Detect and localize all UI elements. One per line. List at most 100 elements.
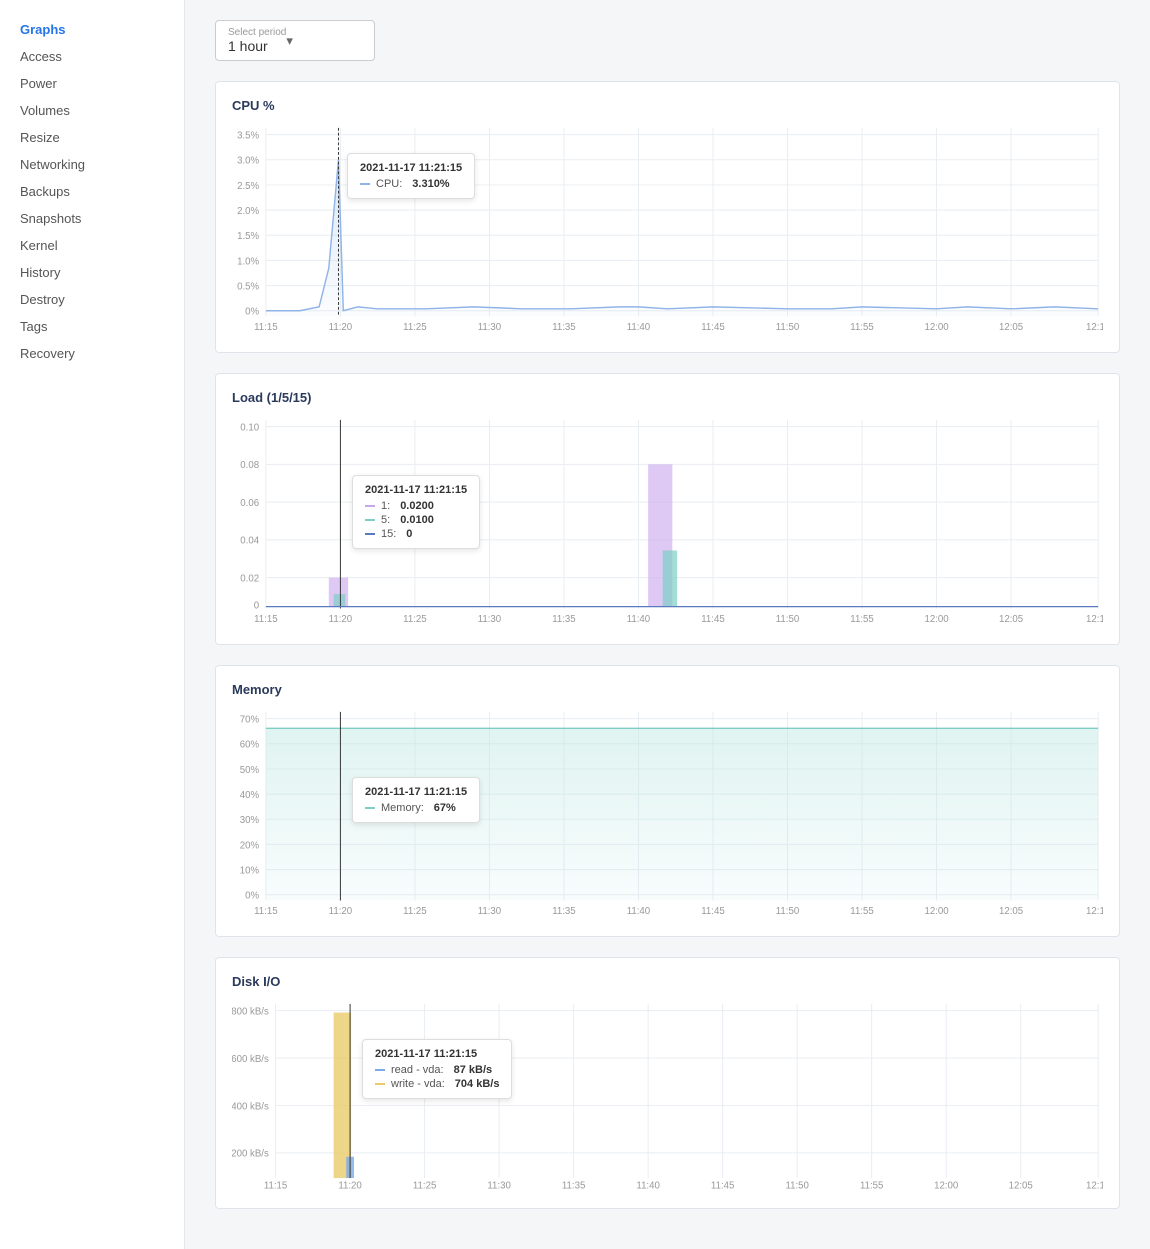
svg-text:10%: 10% xyxy=(240,865,260,876)
svg-text:11:30: 11:30 xyxy=(478,906,501,917)
svg-text:11:45: 11:45 xyxy=(701,614,724,625)
svg-text:11:30: 11:30 xyxy=(478,614,501,625)
svg-text:11:20: 11:20 xyxy=(329,322,352,333)
svg-text:11:15: 11:15 xyxy=(264,1180,287,1191)
svg-text:11:40: 11:40 xyxy=(627,322,650,333)
svg-text:11:30: 11:30 xyxy=(478,322,501,333)
svg-text:800 kB/s: 800 kB/s xyxy=(232,1006,269,1017)
period-value: 1 hour xyxy=(228,38,268,54)
svg-text:12:10: 12:10 xyxy=(1086,1180,1103,1191)
load-chart-card: Load (1/5/15) 0.10 0.08 0.06 0.04 0.02 0 xyxy=(215,373,1120,645)
svg-text:11:25: 11:25 xyxy=(413,1180,436,1191)
svg-text:11:40: 11:40 xyxy=(627,906,650,917)
svg-text:12:05: 12:05 xyxy=(999,322,1023,333)
svg-text:40%: 40% xyxy=(240,790,260,801)
svg-text:60%: 60% xyxy=(240,739,260,750)
sidebar-item-backups[interactable]: Backups xyxy=(0,178,184,205)
svg-text:11:45: 11:45 xyxy=(701,906,724,917)
svg-text:11:50: 11:50 xyxy=(776,906,799,917)
svg-text:11:15: 11:15 xyxy=(254,614,277,625)
svg-text:12:05: 12:05 xyxy=(1009,1180,1033,1191)
svg-text:30%: 30% xyxy=(240,815,260,826)
svg-text:12:05: 12:05 xyxy=(999,614,1023,625)
sidebar-item-tags[interactable]: Tags xyxy=(0,313,184,340)
svg-text:11:25: 11:25 xyxy=(403,906,426,917)
svg-text:11:45: 11:45 xyxy=(711,1180,734,1191)
svg-text:600 kB/s: 600 kB/s xyxy=(232,1054,269,1065)
svg-text:11:55: 11:55 xyxy=(860,1180,883,1191)
svg-text:0%: 0% xyxy=(245,307,259,318)
sidebar-item-graphs[interactable]: Graphs xyxy=(0,16,184,43)
period-label: Select period xyxy=(228,27,286,38)
svg-text:0%: 0% xyxy=(245,890,259,901)
svg-text:12:00: 12:00 xyxy=(934,1180,958,1191)
svg-text:11:15: 11:15 xyxy=(254,322,277,333)
svg-text:11:55: 11:55 xyxy=(850,614,873,625)
svg-text:11:55: 11:55 xyxy=(850,322,873,333)
svg-text:11:15: 11:15 xyxy=(254,906,277,917)
svg-text:0.5%: 0.5% xyxy=(237,281,259,292)
svg-text:200 kB/s: 200 kB/s xyxy=(232,1148,269,1159)
sidebar-item-resize[interactable]: Resize xyxy=(0,124,184,151)
svg-text:11:50: 11:50 xyxy=(776,322,799,333)
svg-text:11:45: 11:45 xyxy=(701,322,724,333)
cpu-chart-svg: 3.5% 3.0% 2.5% 2.0% 1.5% 1.0% 0.5% 0% xyxy=(232,123,1103,336)
svg-text:0: 0 xyxy=(254,600,259,611)
memory-chart-svg: 70% 60% 50% 40% 30% 20% 10% 0% xyxy=(232,707,1103,920)
sidebar-item-volumes[interactable]: Volumes xyxy=(0,97,184,124)
sidebar: GraphsAccessPowerVolumesResizeNetworking… xyxy=(0,0,185,1249)
disk-chart-area: 800 kB/s 600 kB/s 400 kB/s 200 kB/s xyxy=(232,999,1103,1193)
svg-text:11:40: 11:40 xyxy=(627,614,650,625)
svg-text:12:05: 12:05 xyxy=(999,906,1023,917)
load-chart-area: 0.10 0.08 0.06 0.04 0.02 0 xyxy=(232,415,1103,628)
svg-text:0.10: 0.10 xyxy=(240,422,259,433)
svg-text:12:10: 12:10 xyxy=(1086,614,1103,625)
sidebar-item-snapshots[interactable]: Snapshots xyxy=(0,205,184,232)
sidebar-item-recovery[interactable]: Recovery xyxy=(0,340,184,367)
svg-text:11:25: 11:25 xyxy=(403,322,426,333)
cpu-chart-card: CPU % 3.5% 3.0% 2.5% 2.0% 1.5% 1.0% 0.5%… xyxy=(215,81,1120,353)
svg-text:11:50: 11:50 xyxy=(785,1180,808,1191)
svg-text:11:20: 11:20 xyxy=(338,1180,361,1191)
chevron-down-icon: ▾ xyxy=(286,33,293,49)
svg-text:0.06: 0.06 xyxy=(240,498,259,509)
svg-text:12:10: 12:10 xyxy=(1086,906,1103,917)
disk-chart-title: Disk I/O xyxy=(232,974,1103,989)
svg-text:11:55: 11:55 xyxy=(850,906,873,917)
svg-text:11:30: 11:30 xyxy=(487,1180,510,1191)
svg-text:11:20: 11:20 xyxy=(329,906,352,917)
svg-text:12:00: 12:00 xyxy=(924,906,948,917)
svg-text:11:35: 11:35 xyxy=(562,1180,585,1191)
svg-text:1.5%: 1.5% xyxy=(237,231,259,242)
sidebar-item-kernel[interactable]: Kernel xyxy=(0,232,184,259)
memory-chart-area: 70% 60% 50% 40% 30% 20% 10% 0% xyxy=(232,707,1103,920)
svg-text:12:00: 12:00 xyxy=(924,322,948,333)
svg-text:0.02: 0.02 xyxy=(240,573,259,584)
main-content: Select period 1 hour ▾ CPU % 3.5% 3.0% 2… xyxy=(185,0,1150,1249)
sidebar-item-power[interactable]: Power xyxy=(0,70,184,97)
disk-chart-card: Disk I/O 800 kB/s 600 kB/s 400 kB/s 200 … xyxy=(215,957,1120,1210)
svg-text:12:00: 12:00 xyxy=(924,614,948,625)
load-chart-svg: 0.10 0.08 0.06 0.04 0.02 0 xyxy=(232,415,1103,628)
svg-text:11:20: 11:20 xyxy=(329,614,352,625)
svg-text:70%: 70% xyxy=(240,714,260,725)
svg-text:3.5%: 3.5% xyxy=(237,130,259,141)
sidebar-item-destroy[interactable]: Destroy xyxy=(0,286,184,313)
period-selector[interactable]: Select period 1 hour ▾ xyxy=(215,20,1120,61)
svg-text:11:35: 11:35 xyxy=(552,322,575,333)
svg-text:11:25: 11:25 xyxy=(403,614,426,625)
svg-text:50%: 50% xyxy=(240,765,260,776)
svg-text:0.04: 0.04 xyxy=(240,536,259,547)
sidebar-item-networking[interactable]: Networking xyxy=(0,151,184,178)
svg-text:3.0%: 3.0% xyxy=(237,156,259,167)
sidebar-item-access[interactable]: Access xyxy=(0,43,184,70)
svg-text:2.5%: 2.5% xyxy=(237,181,259,192)
svg-text:20%: 20% xyxy=(240,840,260,851)
svg-text:2.0%: 2.0% xyxy=(237,206,259,217)
disk-chart-svg: 800 kB/s 600 kB/s 400 kB/s 200 kB/s xyxy=(232,999,1103,1193)
sidebar-item-history[interactable]: History xyxy=(0,259,184,286)
svg-text:12:10: 12:10 xyxy=(1086,322,1103,333)
svg-text:11:40: 11:40 xyxy=(636,1180,659,1191)
svg-text:400 kB/s: 400 kB/s xyxy=(232,1101,269,1112)
cpu-chart-title: CPU % xyxy=(232,98,1103,113)
